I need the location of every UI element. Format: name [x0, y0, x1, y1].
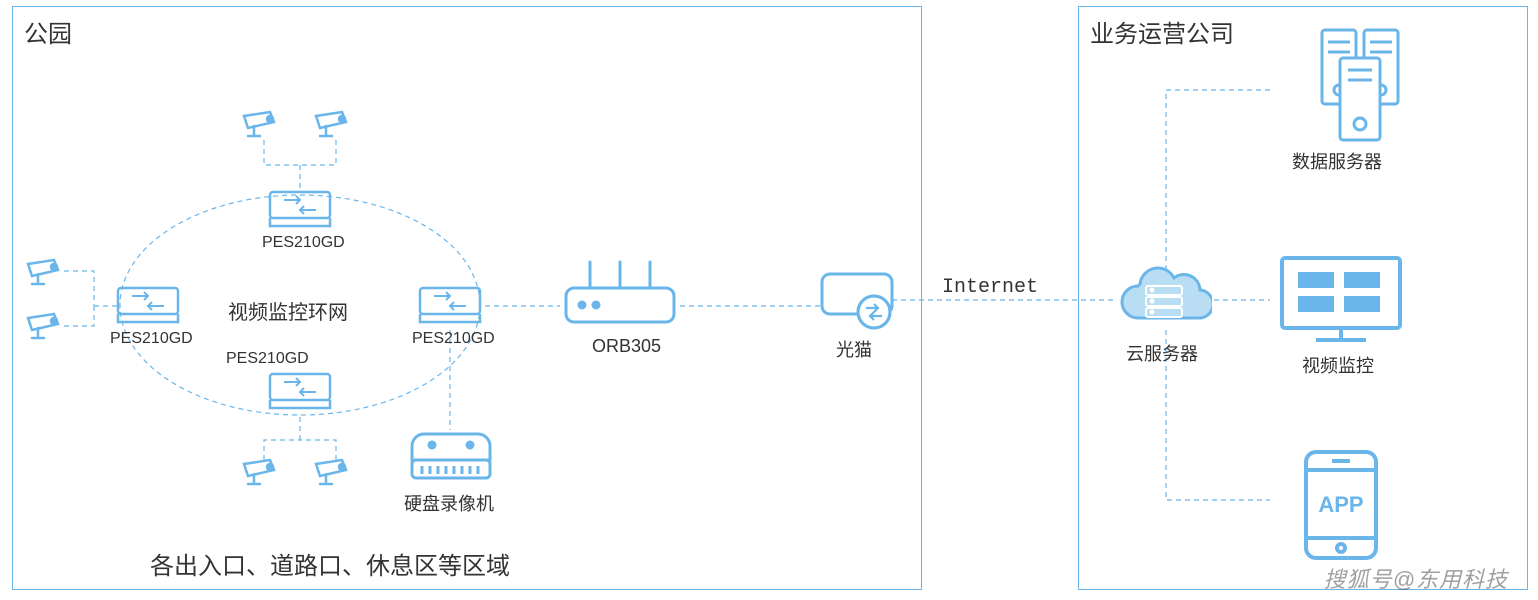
nvr-icon	[408, 428, 494, 484]
router-icon	[560, 258, 680, 330]
data-server-label: 数据服务器	[1292, 148, 1382, 174]
internet-label: Internet	[942, 276, 1038, 299]
modem-icon	[818, 270, 896, 332]
camera-icon	[312, 108, 356, 142]
camera-icon	[240, 456, 284, 490]
switch-label: PES210GD	[110, 330, 193, 348]
monitor-label: 视频监控	[1302, 352, 1374, 378]
switch-label: PES210GD	[226, 350, 309, 368]
switch-icon	[416, 284, 484, 328]
router-label: ORB305	[592, 336, 661, 357]
switch-icon	[266, 188, 334, 232]
data-server-icon	[1270, 24, 1410, 144]
nvr-label: 硬盘录像机	[404, 490, 494, 516]
watermark-text: 搜狐号@东用科技	[1324, 562, 1508, 594]
switch-icon	[114, 284, 182, 328]
camera-icon	[312, 456, 356, 490]
ring-label: 视频监控环网	[228, 296, 348, 325]
app-icon: APP	[1296, 446, 1386, 564]
camera-icon	[24, 256, 68, 290]
modem-label: 光猫	[836, 336, 872, 362]
switch-label: PES210GD	[412, 330, 495, 348]
monitor-icon	[1276, 252, 1406, 348]
camera-icon	[240, 108, 284, 142]
switch-label: PES210GD	[262, 234, 345, 252]
cloud-server-icon	[1112, 262, 1212, 340]
switch-icon	[266, 370, 334, 414]
camera-icon	[24, 310, 68, 344]
cloud-label: 云服务器	[1126, 340, 1198, 366]
app-text: APP	[1318, 492, 1363, 517]
